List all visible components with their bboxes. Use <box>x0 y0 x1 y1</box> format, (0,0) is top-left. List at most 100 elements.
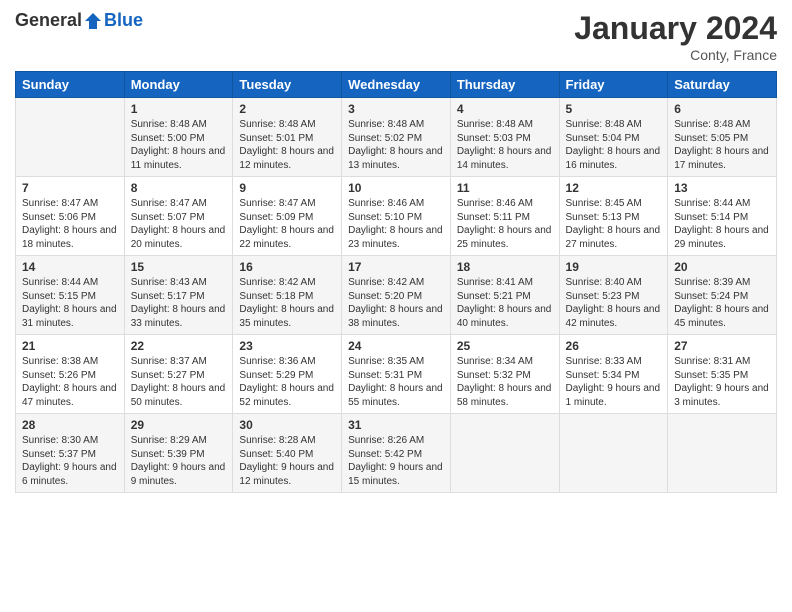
day-info: Sunrise: 8:34 AMSunset: 5:32 PMDaylight:… <box>457 355 553 409</box>
day-number: 22 <box>131 339 227 353</box>
calendar-cell: 22 Sunrise: 8:37 AMSunset: 5:27 PMDayligh… <box>124 335 233 414</box>
calendar-cell: 12 Sunrise: 8:45 AMSunset: 5:13 PMDayligh… <box>559 177 668 256</box>
calendar-cell: 5Sunrise: 8:48 AMSunset: 5:04 PMDaylight… <box>559 98 668 177</box>
location: Conty, France <box>574 47 777 63</box>
calendar-cell: 15 Sunrise: 8:43 AMSunset: 5:17 PMDayligh… <box>124 256 233 335</box>
day-number: 4 <box>457 102 553 116</box>
page-container: General Blue January 2024 Conty, France … <box>0 0 792 503</box>
logo-text: General Blue <box>15 10 143 31</box>
day-number: 18 <box>457 260 553 274</box>
col-thursday: Thursday <box>450 72 559 98</box>
calendar-cell: 13 Sunrise: 8:44 AMSunset: 5:14 PMDayligh… <box>668 177 777 256</box>
logo-blue: Blue <box>104 10 143 31</box>
calendar-cell: 8 Sunrise: 8:47 AMSunset: 5:07 PMDaylight… <box>124 177 233 256</box>
day-info: Sunrise: 8:48 AMSunset: 5:02 PMDaylight:… <box>348 118 444 172</box>
calendar-cell: 16 Sunrise: 8:42 AMSunset: 5:18 PMDayligh… <box>233 256 342 335</box>
calendar-cell: 9 Sunrise: 8:47 AMSunset: 5:09 PMDaylight… <box>233 177 342 256</box>
calendar-table: Sunday Monday Tuesday Wednesday Thursday… <box>15 71 777 493</box>
day-number: 2 <box>239 102 335 116</box>
day-number: 15 <box>131 260 227 274</box>
calendar-cell: 4 Sunrise: 8:48 AMSunset: 5:03 PMDaylight… <box>450 98 559 177</box>
day-info: Sunrise: 8:36 AMSunset: 5:29 PMDaylight:… <box>239 355 335 409</box>
calendar-cell: 26Sunrise: 8:33 AMSunset: 5:34 PMDayligh… <box>559 335 668 414</box>
day-info: Sunrise: 8:47 AMSunset: 5:09 PMDaylight:… <box>239 197 335 251</box>
calendar-cell <box>450 414 559 493</box>
day-number: 1 <box>131 102 227 116</box>
day-info: Sunrise: 8:44 AMSunset: 5:14 PMDaylight:… <box>674 197 770 251</box>
logo-icon <box>83 11 103 31</box>
calendar-cell: 24 Sunrise: 8:35 AMSunset: 5:31 PMDayligh… <box>342 335 451 414</box>
day-info: Sunrise: 8:46 AMSunset: 5:10 PMDaylight:… <box>348 197 444 251</box>
calendar-cell: 18Sunrise: 8:41 AMSunset: 5:21 PMDayligh… <box>450 256 559 335</box>
day-info: Sunrise: 8:39 AMSunset: 5:24 PMDaylight:… <box>674 276 770 330</box>
day-number: 10 <box>348 181 444 195</box>
week-row-3: 14 Sunrise: 8:44 AMSunset: 5:15 PMDayligh… <box>16 256 777 335</box>
day-number: 26 <box>566 339 662 353</box>
header-row: Sunday Monday Tuesday Wednesday Thursday… <box>16 72 777 98</box>
title-block: January 2024 Conty, France <box>574 10 777 63</box>
day-info: Sunrise: 8:38 AMSunset: 5:26 PMDaylight:… <box>22 355 118 409</box>
day-number: 6 <box>674 102 770 116</box>
day-number: 14 <box>22 260 118 274</box>
day-info: Sunrise: 8:44 AMSunset: 5:15 PMDaylight:… <box>22 276 118 330</box>
day-number: 16 <box>239 260 335 274</box>
day-info: Sunrise: 8:48 AMSunset: 5:05 PMDaylight:… <box>674 118 770 172</box>
day-number: 23 <box>239 339 335 353</box>
day-info: Sunrise: 8:47 AMSunset: 5:06 PMDaylight:… <box>22 197 118 251</box>
day-number: 21 <box>22 339 118 353</box>
calendar-cell: 2Sunrise: 8:48 AMSunset: 5:01 PMDaylight… <box>233 98 342 177</box>
day-number: 31 <box>348 418 444 432</box>
day-number: 7 <box>22 181 118 195</box>
day-info: Sunrise: 8:42 AMSunset: 5:18 PMDaylight:… <box>239 276 335 330</box>
day-info: Sunrise: 8:30 AMSunset: 5:37 PMDaylight:… <box>22 434 118 488</box>
day-number: 9 <box>239 181 335 195</box>
day-number: 19 <box>566 260 662 274</box>
calendar-cell: 17Sunrise: 8:42 AMSunset: 5:20 PMDayligh… <box>342 256 451 335</box>
day-info: Sunrise: 8:29 AMSunset: 5:39 PMDaylight:… <box>131 434 227 488</box>
calendar-cell: 29Sunrise: 8:29 AMSunset: 5:39 PMDayligh… <box>124 414 233 493</box>
day-number: 12 <box>566 181 662 195</box>
day-info: Sunrise: 8:35 AMSunset: 5:31 PMDaylight:… <box>348 355 444 409</box>
calendar-cell: 20 Sunrise: 8:39 AMSunset: 5:24 PMDayligh… <box>668 256 777 335</box>
calendar-cell: 1 Sunrise: 8:48 AMSunset: 5:00 PMDaylight… <box>124 98 233 177</box>
day-info: Sunrise: 8:43 AMSunset: 5:17 PMDaylight:… <box>131 276 227 330</box>
day-number: 3 <box>348 102 444 116</box>
calendar-cell: 30 Sunrise: 8:28 AMSunset: 5:40 PMDayligh… <box>233 414 342 493</box>
logo: General Blue <box>15 10 143 31</box>
day-info: Sunrise: 8:48 AMSunset: 5:00 PMDaylight:… <box>131 118 227 172</box>
day-info: Sunrise: 8:28 AMSunset: 5:40 PMDaylight:… <box>239 434 335 488</box>
day-info: Sunrise: 8:45 AMSunset: 5:13 PMDaylight:… <box>566 197 662 251</box>
week-row-2: 7 Sunrise: 8:47 AMSunset: 5:06 PMDaylight… <box>16 177 777 256</box>
col-sunday: Sunday <box>16 72 125 98</box>
calendar-cell: 31 Sunrise: 8:26 AMSunset: 5:42 PMDayligh… <box>342 414 451 493</box>
calendar-cell <box>16 98 125 177</box>
col-monday: Monday <box>124 72 233 98</box>
header: General Blue January 2024 Conty, France <box>15 10 777 63</box>
day-number: 13 <box>674 181 770 195</box>
col-saturday: Saturday <box>668 72 777 98</box>
day-number: 27 <box>674 339 770 353</box>
day-info: Sunrise: 8:26 AMSunset: 5:42 PMDaylight:… <box>348 434 444 488</box>
week-row-4: 21 Sunrise: 8:38 AMSunset: 5:26 PMDayligh… <box>16 335 777 414</box>
calendar-cell: 23 Sunrise: 8:36 AMSunset: 5:29 PMDayligh… <box>233 335 342 414</box>
day-info: Sunrise: 8:47 AMSunset: 5:07 PMDaylight:… <box>131 197 227 251</box>
day-number: 20 <box>674 260 770 274</box>
col-friday: Friday <box>559 72 668 98</box>
col-tuesday: Tuesday <box>233 72 342 98</box>
day-number: 8 <box>131 181 227 195</box>
day-number: 24 <box>348 339 444 353</box>
day-info: Sunrise: 8:48 AMSunset: 5:04 PMDaylight:… <box>566 118 662 172</box>
calendar-cell: 10 Sunrise: 8:46 AMSunset: 5:10 PMDayligh… <box>342 177 451 256</box>
day-info: Sunrise: 8:37 AMSunset: 5:27 PMDaylight:… <box>131 355 227 409</box>
day-number: 17 <box>348 260 444 274</box>
day-number: 28 <box>22 418 118 432</box>
day-info: Sunrise: 8:48 AMSunset: 5:03 PMDaylight:… <box>457 118 553 172</box>
logo-general: General <box>15 10 82 31</box>
calendar-cell: 14 Sunrise: 8:44 AMSunset: 5:15 PMDayligh… <box>16 256 125 335</box>
calendar-cell: 19 Sunrise: 8:40 AMSunset: 5:23 PMDayligh… <box>559 256 668 335</box>
day-number: 30 <box>239 418 335 432</box>
col-wednesday: Wednesday <box>342 72 451 98</box>
week-row-5: 28 Sunrise: 8:30 AMSunset: 5:37 PMDayligh… <box>16 414 777 493</box>
day-info: Sunrise: 8:40 AMSunset: 5:23 PMDaylight:… <box>566 276 662 330</box>
calendar-cell: 27Sunrise: 8:31 AMSunset: 5:35 PMDayligh… <box>668 335 777 414</box>
